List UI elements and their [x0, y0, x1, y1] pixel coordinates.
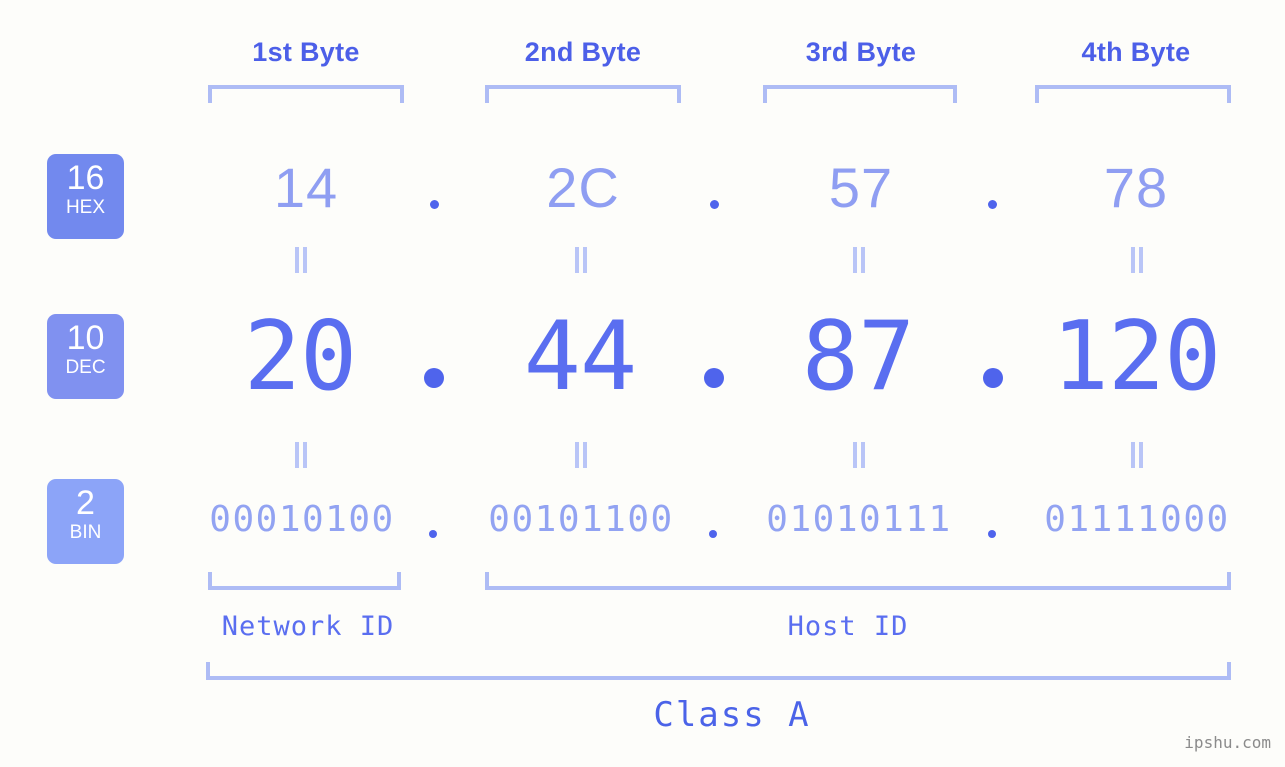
radix-badge-dec-number: 10 — [66, 319, 105, 357]
radix-badge-dec-word: DEC — [65, 357, 106, 378]
byte-header-label-2: 2nd Byte — [524, 37, 642, 67]
radix-badge-hex: 16 HEX — [47, 154, 124, 239]
bin-byte-3: 01010111 — [766, 499, 952, 540]
host-id-label: Host ID — [787, 611, 909, 642]
byte-bracket-top-2 — [485, 85, 681, 103]
bin-byte-1: 00010100 — [209, 499, 395, 540]
equals-sign-dec-bin-3 — [850, 442, 868, 468]
bin-byte-2: 00101100 — [488, 499, 674, 540]
equals-sign-hex-dec-2 — [572, 247, 590, 273]
byte-bracket-top-4 — [1035, 85, 1231, 103]
radix-badge-bin-number: 2 — [76, 484, 95, 522]
bin-separator-dot-2 — [709, 530, 717, 538]
equals-sign-dec-bin-1 — [292, 442, 310, 468]
bin-byte-4: 01111000 — [1044, 499, 1230, 540]
byte-bracket-top-1 — [208, 85, 404, 103]
hex-separator-dot-1 — [430, 200, 439, 209]
dec-separator-dot-3 — [983, 368, 1003, 388]
radix-badge-hex-word: HEX — [65, 197, 106, 218]
bin-separator-dot-1 — [429, 530, 437, 538]
dec-byte-2: 44 — [523, 302, 637, 412]
equals-sign-hex-dec-3 — [850, 247, 868, 273]
hex-separator-dot-3 — [988, 200, 997, 209]
dec-separator-dot-2 — [704, 368, 724, 388]
byte-bracket-top-3 — [763, 85, 957, 103]
radix-badge-bin: 2 BIN — [47, 479, 124, 564]
byte-header-label-3: 3rd Byte — [805, 37, 917, 67]
equals-sign-dec-bin-4 — [1128, 442, 1146, 468]
byte-header-label-4: 4th Byte — [1081, 37, 1191, 67]
byte-header-label-1: 1st Byte — [252, 37, 360, 67]
site-watermark: ipshu.com — [1184, 733, 1271, 752]
dec-byte-3: 87 — [801, 302, 915, 412]
hex-byte-2: 2C — [546, 156, 620, 219]
network-id-bracket — [208, 572, 401, 590]
radix-badge-hex-number: 16 — [66, 159, 105, 197]
dec-byte-4: 120 — [1051, 302, 1222, 412]
host-id-bracket — [485, 572, 1231, 590]
ip-address-breakdown-diagram: 1st Byte 2nd Byte 3rd Byte 4th Byte 16 H… — [0, 0, 1285, 767]
dec-separator-dot-1 — [424, 368, 444, 388]
equals-sign-hex-dec-1 — [292, 247, 310, 273]
class-label: Class A — [653, 695, 811, 735]
radix-badge-dec: 10 DEC — [47, 314, 124, 399]
network-id-label: Network ID — [221, 611, 395, 642]
bin-separator-dot-3 — [988, 530, 996, 538]
hex-byte-1: 14 — [273, 156, 339, 219]
dec-byte-1: 20 — [243, 302, 357, 412]
equals-sign-hex-dec-4 — [1128, 247, 1146, 273]
hex-byte-4: 78 — [1103, 156, 1169, 219]
hex-separator-dot-2 — [710, 200, 719, 209]
equals-sign-dec-bin-2 — [572, 442, 590, 468]
radix-badge-bin-word: BIN — [69, 522, 102, 543]
hex-byte-3: 57 — [828, 156, 894, 219]
class-bracket — [206, 662, 1231, 680]
